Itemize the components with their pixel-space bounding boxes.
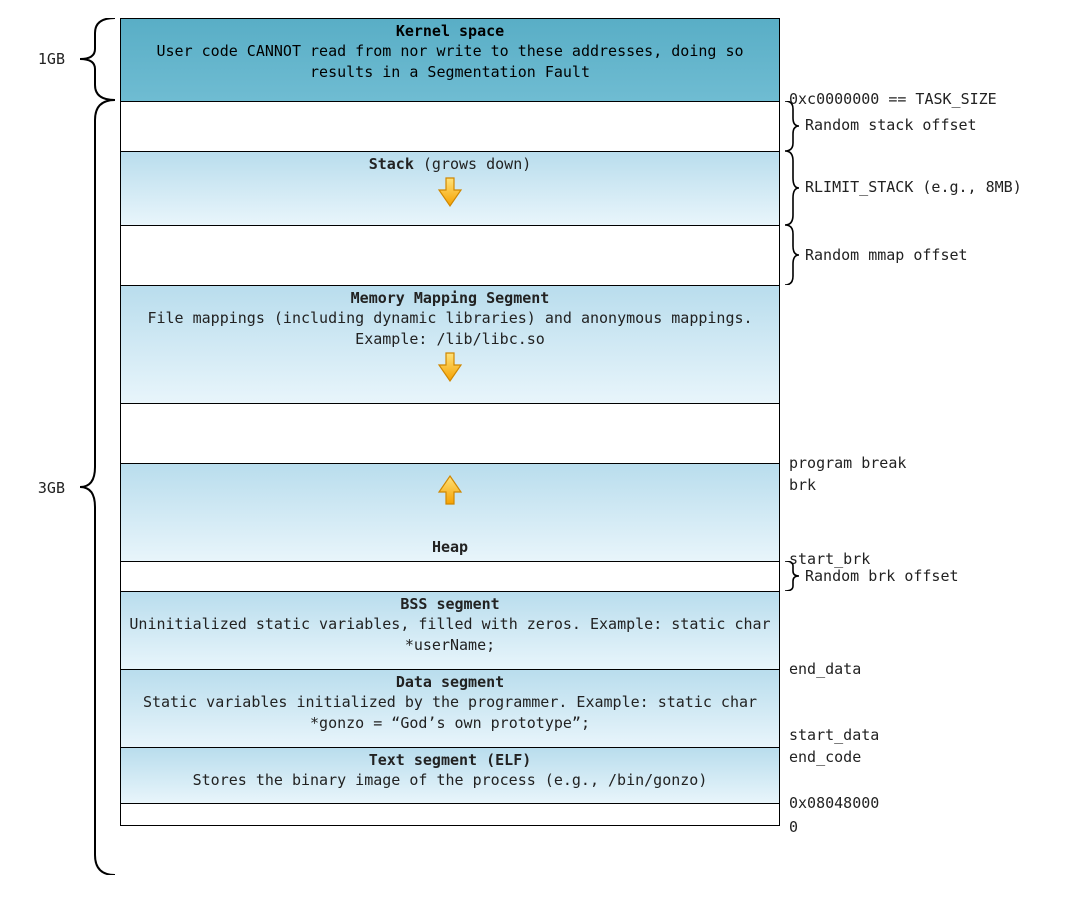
note-random-stack-offset: Random stack offset <box>785 101 977 151</box>
brace-user: 3GB <box>70 100 115 875</box>
segment-bss: BSS segment Uninitialized static variabl… <box>121 591 779 669</box>
kernel-size-label: 1GB <box>38 50 65 68</box>
heap-title: Heap <box>432 537 468 557</box>
note-text-base-addr: 0x08048000 <box>785 794 879 812</box>
data-sub: Static variables initialized by the prog… <box>127 692 773 733</box>
random-stack-offset-label: Random stack offset <box>805 116 977 134</box>
rlimit-stack-label: RLIMIT_STACK (e.g., 8MB) <box>805 178 1022 196</box>
end-code-label: end_code <box>789 748 861 766</box>
zero-label: 0 <box>789 818 798 836</box>
brace-icon <box>785 561 799 591</box>
end-data-label: end_data <box>789 660 861 678</box>
program-break-label: program break <box>789 454 906 472</box>
segment-kernel: Kernel space User code CANNOT read from … <box>121 19 779 101</box>
brace-icon <box>785 151 799 225</box>
right-annotations: 0xc0000000 == TASK_SIZE Random stack off… <box>785 0 1075 905</box>
left-size-column: 1GB 3GB <box>0 0 120 905</box>
text-base-addr-label: 0x08048000 <box>789 794 879 812</box>
data-title: Data segment <box>396 673 504 691</box>
note-zero: 0 <box>785 818 798 836</box>
mmap-title: Memory Mapping Segment <box>351 289 550 307</box>
gap-between-mmap-heap <box>121 403 779 463</box>
random-brk-offset-label: Random brk offset <box>805 567 959 585</box>
note-start-data: start_data <box>785 726 879 744</box>
brace-icon <box>785 101 799 151</box>
start-data-label: start_data <box>789 726 879 744</box>
gap-random-stack-offset <box>121 101 779 151</box>
note-brk: brk <box>785 476 816 494</box>
bss-sub: Uninitialized static variables, filled w… <box>127 614 773 655</box>
gap-random-mmap-offset <box>121 225 779 285</box>
segment-mmap: Memory Mapping Segment File mappings (in… <box>121 285 779 403</box>
note-end-data: end_data <box>785 660 861 678</box>
kernel-sub: User code CANNOT read from nor write to … <box>127 41 773 82</box>
random-mmap-offset-label: Random mmap offset <box>805 246 968 264</box>
stack-note: (grows down) <box>414 155 531 173</box>
stack-title: Stack <box>369 155 414 173</box>
user-size-label: 3GB <box>38 479 65 497</box>
kernel-title: Kernel space <box>396 22 504 40</box>
arrow-down-icon <box>437 351 463 383</box>
segment-data: Data segment Static variables initialize… <box>121 669 779 747</box>
segment-heap: Heap <box>121 463 779 561</box>
mmap-sub: File mappings (including dynamic librari… <box>127 308 773 349</box>
arrow-down-icon <box>437 176 463 208</box>
bss-title: BSS segment <box>400 595 499 613</box>
gap-bottom <box>121 803 779 825</box>
brk-label: brk <box>789 476 816 494</box>
gap-random-brk-offset <box>121 561 779 591</box>
memory-layout-diagram: 1GB 3GB Kernel space User code CANNOT re… <box>0 0 1080 905</box>
note-program-break: program break <box>785 454 906 472</box>
text-sub: Stores the binary image of the process (… <box>127 770 773 790</box>
text-title: Text segment (ELF) <box>369 751 532 769</box>
note-end-code: end_code <box>785 748 861 766</box>
arrow-up-icon <box>437 474 463 506</box>
brace-icon <box>785 225 799 285</box>
segment-text: Text segment (ELF) Stores the binary ima… <box>121 747 779 803</box>
note-random-mmap-offset: Random mmap offset <box>785 225 968 285</box>
brace-kernel: 1GB <box>70 18 115 100</box>
note-rlimit-stack: RLIMIT_STACK (e.g., 8MB) <box>785 151 1022 225</box>
segment-stack: Stack (grows down) <box>121 151 779 225</box>
segments-column: Kernel space User code CANNOT read from … <box>120 18 780 826</box>
note-random-brk-offset: Random brk offset <box>785 561 959 591</box>
